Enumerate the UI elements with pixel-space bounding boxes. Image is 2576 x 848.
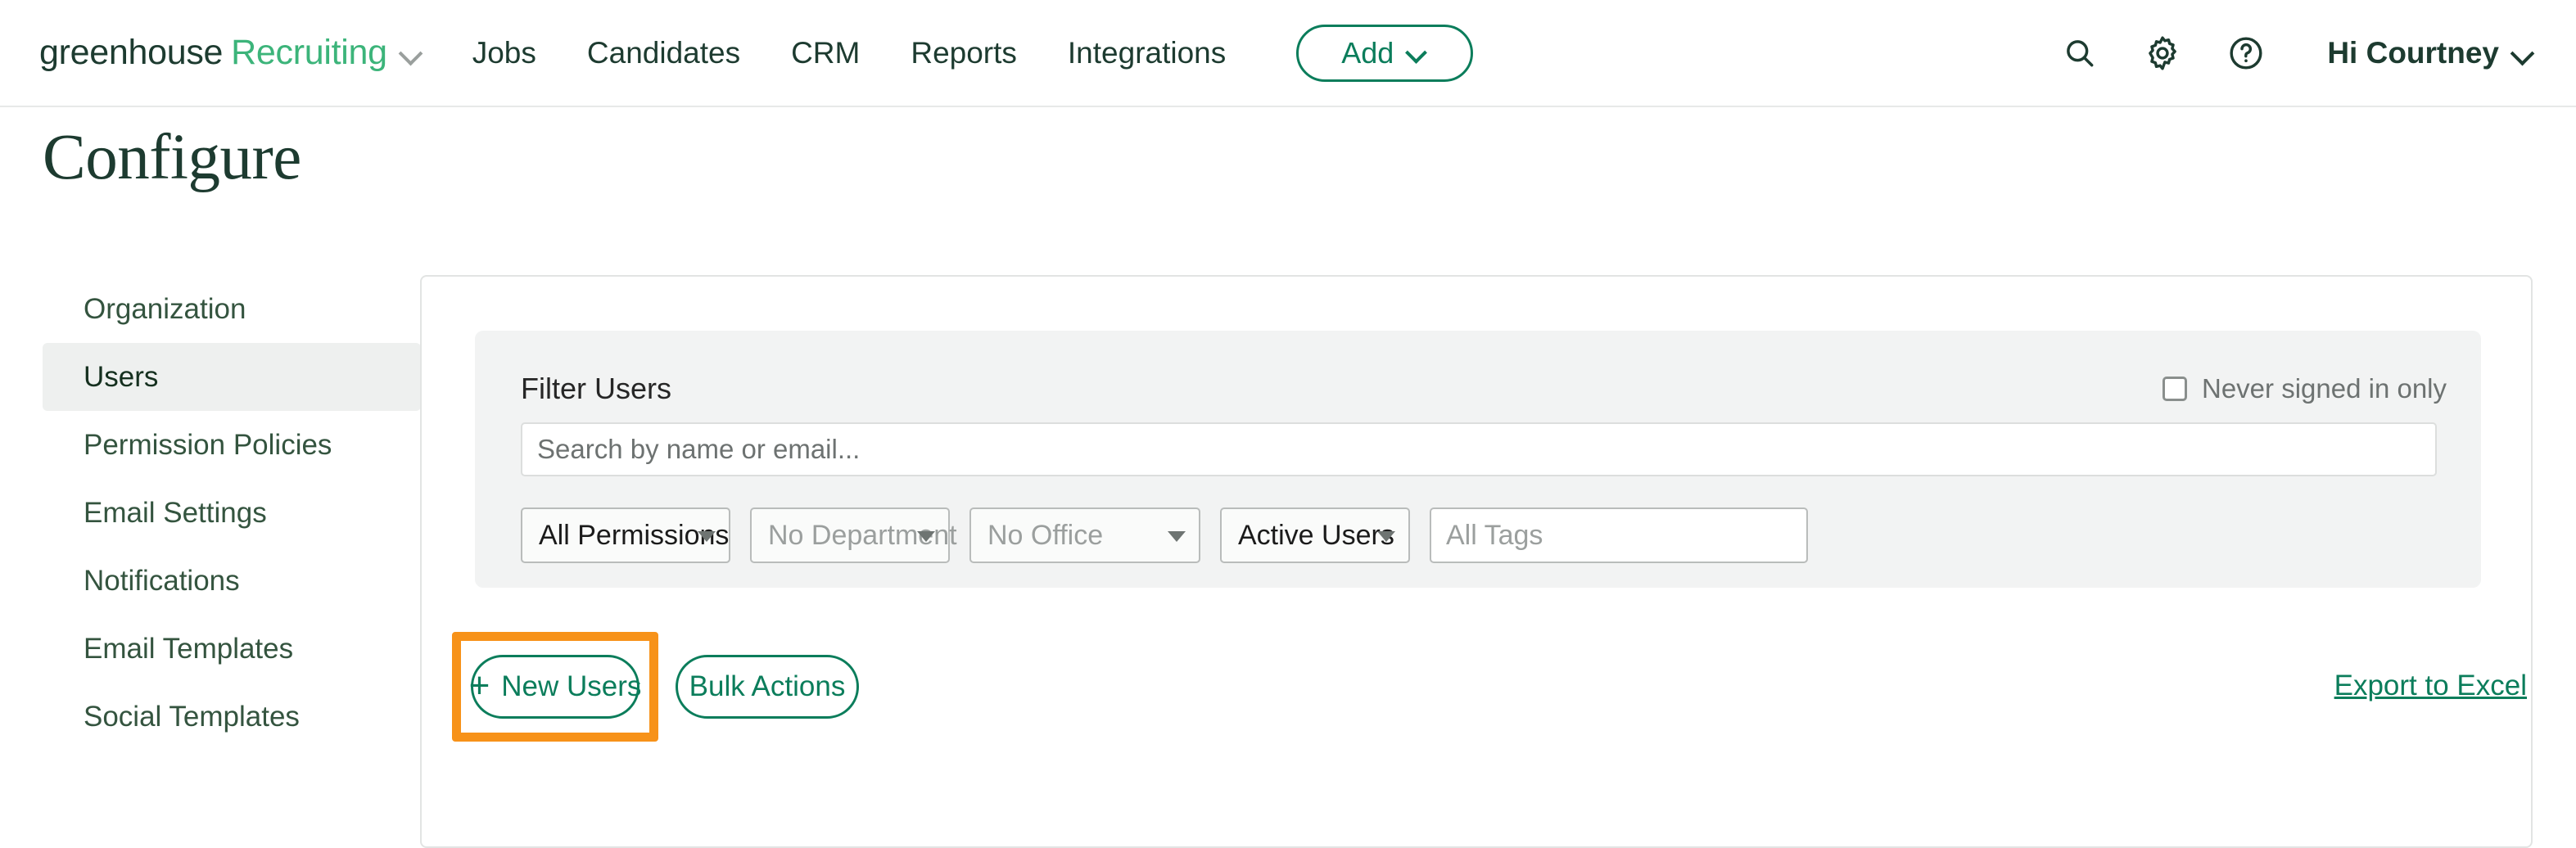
sidebar-item-permission-policies[interactable]: Permission Policies bbox=[43, 411, 421, 479]
add-button-label: Add bbox=[1341, 36, 1394, 70]
new-users-button-label: New Users bbox=[501, 670, 641, 703]
user-menu-label: Hi Courtney bbox=[2327, 36, 2499, 70]
department-select[interactable]: No Department bbox=[750, 507, 950, 563]
sidebar-item-label: Email Templates bbox=[84, 633, 293, 665]
caret-down-icon bbox=[1168, 531, 1186, 542]
filter-users-panel: Filter Users Never signed in only All Pe… bbox=[475, 331, 2481, 588]
sidebar-item-label: Notifications bbox=[84, 565, 240, 598]
nav-item-crm[interactable]: CRM bbox=[791, 36, 860, 70]
chevron-down-icon[interactable] bbox=[400, 43, 422, 64]
status-select[interactable]: Active Users bbox=[1220, 507, 1410, 563]
help-circle-icon[interactable] bbox=[2227, 34, 2265, 72]
configure-sidebar: Organization Users Permission Policies E… bbox=[43, 275, 421, 751]
filter-users-heading: Filter Users bbox=[521, 372, 671, 406]
brand-word-recruiting: Recruiting bbox=[231, 33, 387, 73]
tags-input[interactable] bbox=[1430, 507, 1808, 563]
user-menu[interactable]: Hi Courtney bbox=[2327, 36, 2533, 70]
users-content-card: Filter Users Never signed in only All Pe… bbox=[420, 275, 2533, 848]
primary-nav: Jobs Candidates CRM Reports Integrations… bbox=[472, 25, 1474, 82]
sidebar-item-organization[interactable]: Organization bbox=[43, 275, 421, 343]
never-signed-in-only-label: Never signed in only bbox=[2202, 373, 2447, 404]
office-select[interactable]: No Office bbox=[969, 507, 1200, 563]
status-select-value: Active Users bbox=[1238, 520, 1394, 552]
never-signed-in-only-checkbox[interactable]: Never signed in only bbox=[2162, 373, 2447, 404]
bulk-actions-button-label: Bulk Actions bbox=[689, 670, 846, 703]
sidebar-item-label: Users bbox=[84, 361, 158, 394]
page-title: Configure bbox=[43, 121, 301, 195]
sidebar-item-social-templates[interactable]: Social Templates bbox=[43, 683, 421, 751]
sidebar-item-email-settings[interactable]: Email Settings bbox=[43, 479, 421, 547]
office-select-value: No Office bbox=[987, 520, 1103, 552]
caret-down-icon bbox=[917, 531, 935, 542]
top-navigation-bar: greenhouse Recruiting Jobs Candidates CR… bbox=[0, 0, 2576, 107]
caret-down-icon bbox=[1377, 531, 1395, 542]
sidebar-item-users[interactable]: Users bbox=[43, 343, 421, 411]
nav-item-integrations[interactable]: Integrations bbox=[1068, 36, 1226, 70]
nav-item-jobs[interactable]: Jobs bbox=[472, 36, 536, 70]
sidebar-item-email-templates[interactable]: Email Templates bbox=[43, 615, 421, 683]
brand-word-greenhouse: greenhouse bbox=[39, 33, 223, 73]
new-users-button[interactable]: + New Users bbox=[471, 655, 639, 719]
filter-controls-row: All Permissions No Department No Office … bbox=[521, 507, 1808, 563]
export-to-excel-link[interactable]: Export to Excel bbox=[2334, 670, 2527, 702]
caret-down-icon bbox=[698, 531, 716, 542]
chevron-down-icon bbox=[1407, 43, 1428, 64]
sidebar-item-label: Social Templates bbox=[84, 701, 300, 733]
bulk-actions-button[interactable]: Bulk Actions bbox=[676, 655, 859, 719]
sidebar-item-label: Email Settings bbox=[84, 497, 267, 530]
nav-item-reports[interactable]: Reports bbox=[911, 36, 1017, 70]
chevron-down-icon bbox=[2512, 43, 2533, 64]
search-icon[interactable] bbox=[2062, 35, 2098, 71]
checkbox-box[interactable] bbox=[2162, 377, 2187, 401]
permissions-select[interactable]: All Permissions bbox=[521, 507, 730, 563]
search-input[interactable] bbox=[521, 422, 2437, 476]
sidebar-item-notifications[interactable]: Notifications bbox=[43, 547, 421, 615]
sidebar-item-label: Permission Policies bbox=[84, 429, 332, 462]
brand-logo[interactable]: greenhouse Recruiting bbox=[39, 0, 422, 106]
gear-icon[interactable] bbox=[2144, 34, 2181, 72]
nav-item-candidates[interactable]: Candidates bbox=[587, 36, 740, 70]
nav-right-cluster: Hi Courtney bbox=[2062, 34, 2533, 72]
sidebar-item-label: Organization bbox=[84, 293, 246, 326]
add-button[interactable]: Add bbox=[1296, 25, 1473, 82]
